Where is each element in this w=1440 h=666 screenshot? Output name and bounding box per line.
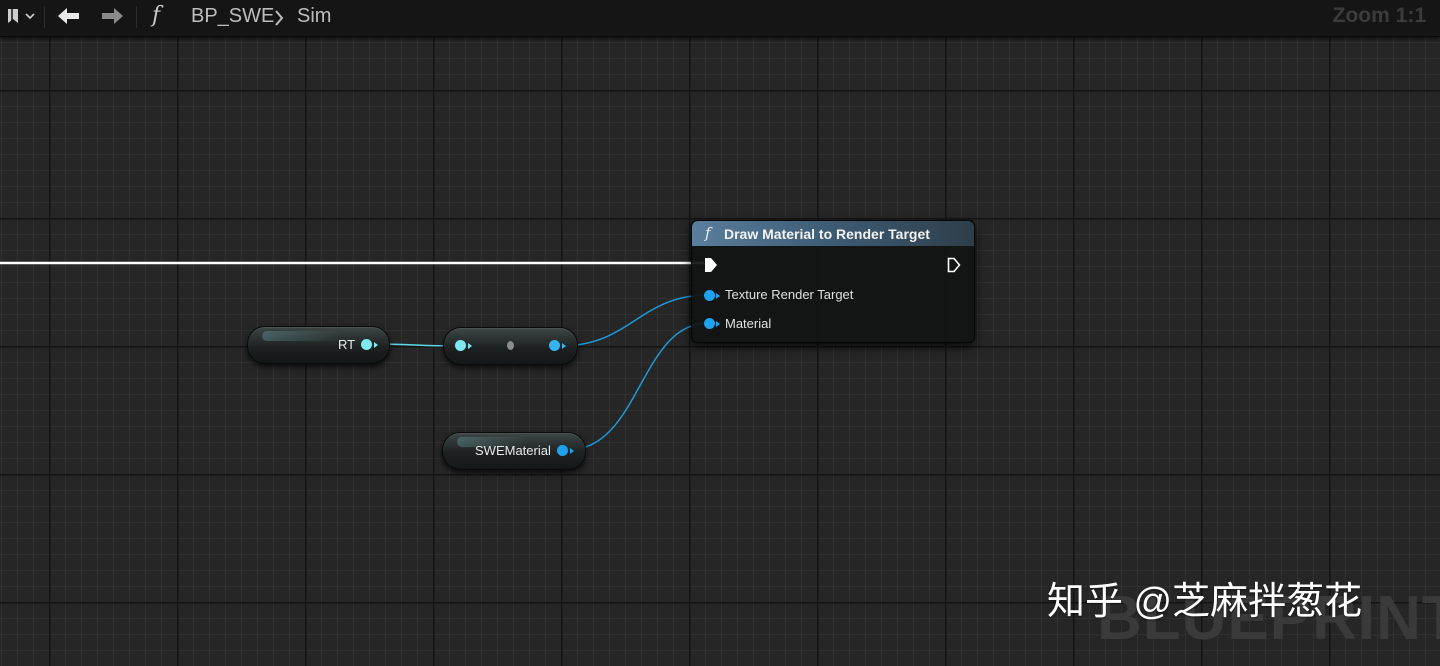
draw-material-node[interactable]: f Draw Material to Render Target Texture… — [691, 220, 975, 343]
pin-arrow-icon — [716, 321, 720, 327]
rt-variable-label: RT — [338, 337, 356, 352]
pin-arrow-icon — [374, 342, 378, 348]
toolbar-separator — [136, 6, 137, 28]
swe-material-variable-node[interactable]: SWEMaterial — [442, 432, 586, 470]
material-label: Material — [725, 316, 772, 331]
function-icon: f — [152, 3, 161, 28]
node-title: Draw Material to Render Target — [724, 226, 930, 242]
breadcrumb-bar: f BP_SWE Sim Zoom 1:1 — [0, 0, 1440, 37]
swe-material-output-pin[interactable] — [557, 445, 568, 456]
swe-material-label: SWEMaterial — [475, 443, 551, 458]
texture-render-target-pin[interactable] — [704, 290, 715, 301]
breadcrumb-blueprint[interactable]: BP_SWE — [191, 5, 274, 28]
forward-button[interactable] — [94, 0, 130, 32]
reroute-output-pin[interactable] — [549, 340, 560, 351]
bookmark-icon[interactable] — [0, 0, 40, 32]
toolbar-separator — [44, 6, 45, 28]
reroute-to-texture-wire — [560, 294, 709, 347]
arrow-left-icon — [58, 8, 79, 24]
zoom-label: Zoom 1:1 — [1332, 4, 1426, 27]
chevron-right-icon — [275, 10, 284, 26]
conversion-dot-icon — [507, 341, 514, 350]
rt-variable-node[interactable]: RT — [247, 326, 390, 364]
pin-arrow-icon — [570, 448, 574, 454]
pin-arrow-icon — [562, 343, 566, 349]
pin-arrow-icon — [468, 343, 472, 349]
node-header: f Draw Material to Render Target — [692, 221, 974, 246]
material-pin[interactable] — [704, 318, 715, 329]
node-sheen — [262, 331, 342, 341]
texture-render-target-label: Texture Render Target — [725, 287, 854, 302]
reroute-input-pin[interactable] — [455, 340, 466, 351]
exec-output-pin[interactable] — [947, 257, 961, 273]
breadcrumb-function[interactable]: Sim — [297, 5, 331, 28]
zhihu-watermark: 知乎 @芝麻拌葱花 — [1047, 581, 1363, 623]
exec-input-pin[interactable] — [704, 257, 718, 273]
function-icon: f — [705, 224, 711, 242]
rt-output-pin[interactable] — [361, 339, 372, 350]
pin-arrow-icon — [716, 293, 720, 299]
reroute-node[interactable] — [443, 327, 578, 365]
arrow-right-icon — [102, 8, 123, 24]
back-button[interactable] — [50, 0, 88, 32]
